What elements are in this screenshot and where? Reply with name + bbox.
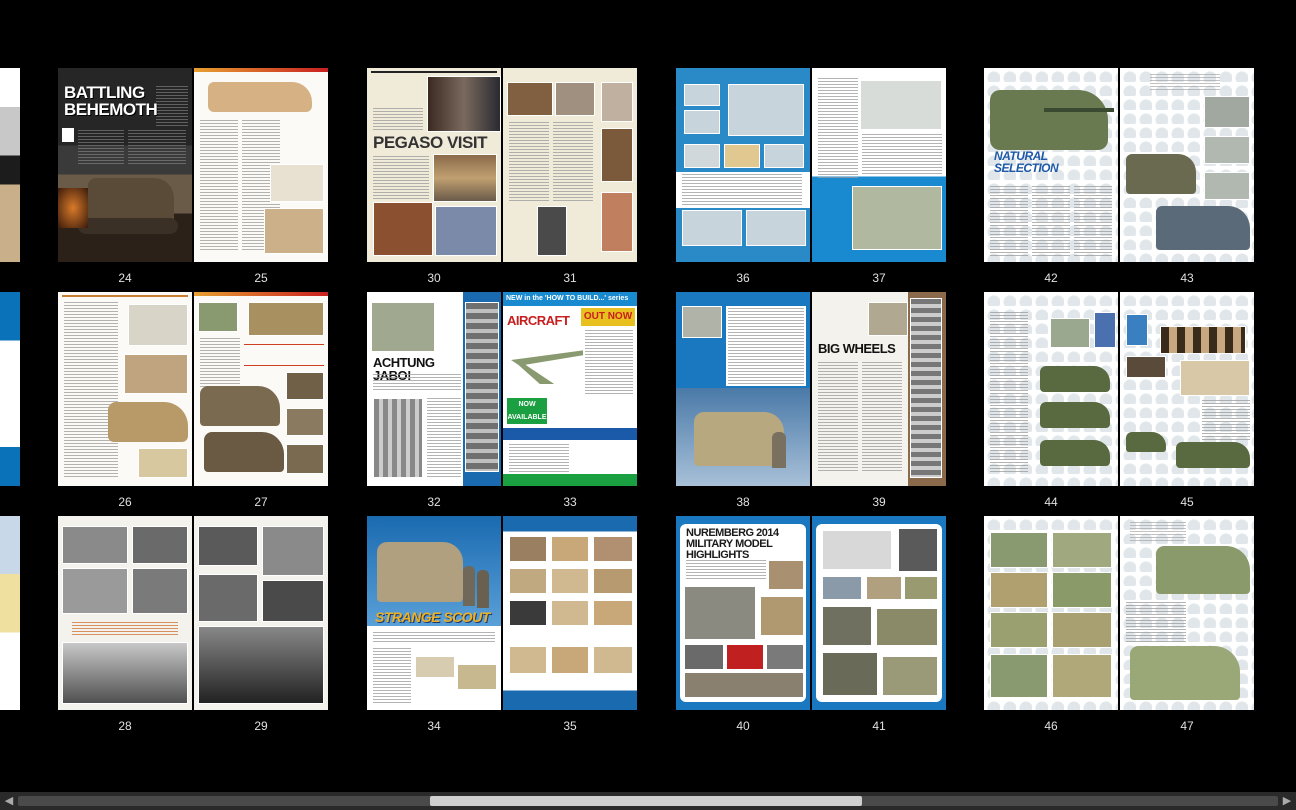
page-number: 30 xyxy=(427,271,441,285)
page-thumbnail[interactable]: NUREMBERG 2014 MILITARY MODEL HIGHLIGHTS xyxy=(676,516,810,710)
promo-badge: OUT NOW xyxy=(581,308,635,326)
page-thumbnail[interactable] xyxy=(503,68,637,262)
page-number: 44 xyxy=(1044,495,1058,509)
spread-thumbnail[interactable]: 26 27 xyxy=(58,292,328,512)
scroll-left-arrow-icon[interactable]: ◀ xyxy=(0,792,18,810)
page-number: 46 xyxy=(1044,719,1058,733)
page-number: 27 xyxy=(254,495,268,509)
page-number: 34 xyxy=(427,719,441,733)
page-thumbnail[interactable]: ACHTUNG JABO! xyxy=(367,292,501,486)
spread-thumbnail[interactable]: ACHTUNG JABO! NEW in the 'HOW TO BUILD..… xyxy=(367,292,637,512)
page-number: 47 xyxy=(1180,719,1194,733)
page-thumbnail[interactable] xyxy=(676,68,810,262)
page-number: 24 xyxy=(118,271,132,285)
thumbnail-row: 26 27 ACHTUNG JABO! NEW in the 'HOW TO B… xyxy=(0,292,1296,532)
page-number: 45 xyxy=(1180,495,1194,509)
page-number: 25 xyxy=(254,271,268,285)
page-thumbnail[interactable] xyxy=(503,516,637,710)
thumbnail-row: 28 29 STRANGE SCOUT 34 35 NUREMBERG 2014… xyxy=(0,516,1296,756)
page-thumbnail[interactable] xyxy=(984,292,1118,486)
page-thumbnail[interactable] xyxy=(194,516,328,710)
page-thumbnail[interactable]: BATTLING BEHEMOTH xyxy=(58,68,192,262)
page-number: 43 xyxy=(1180,271,1194,285)
page-thumbnail[interactable] xyxy=(812,68,946,262)
page-thumbnail[interactable] xyxy=(194,68,328,262)
page-thumbnail[interactable]: NATURAL SELECTION xyxy=(984,68,1118,262)
promo-banner: NEW in the 'HOW TO BUILD...' series xyxy=(503,292,637,306)
spread-thumbnail[interactable]: STRANGE SCOUT 34 35 xyxy=(367,516,637,736)
spread-thumbnail[interactable]: 28 29 xyxy=(58,516,328,736)
spread-thumbnail[interactable]: 46 47 xyxy=(984,516,1254,736)
page-number: 29 xyxy=(254,719,268,733)
page-headline: BIG WHEELS xyxy=(818,341,896,356)
page-number: 36 xyxy=(736,271,750,285)
spread-thumbnail[interactable]: NUREMBERG 2014 MILITARY MODEL HIGHLIGHTS xyxy=(676,516,946,736)
spread-thumbnail[interactable]: 36 37 xyxy=(676,68,946,288)
spread-thumbnail[interactable]: BIG WHEELS 38 39 xyxy=(676,292,946,512)
page-thumbnail[interactable] xyxy=(984,516,1118,710)
page-headline: STRANGE SCOUT xyxy=(375,609,490,625)
page-thumbnail[interactable] xyxy=(194,292,328,486)
thumbnail-row: BATTLING BEHEMOTH 24 25 PEGASO VISIT 30 … xyxy=(0,68,1296,308)
page-thumbnail[interactable]: NEW in the 'HOW TO BUILD...' series AIRC… xyxy=(503,292,637,486)
page-number: 41 xyxy=(872,719,886,733)
page-number: 38 xyxy=(736,495,750,509)
page-number: 35 xyxy=(563,719,577,733)
page-headline: PEGASO VISIT xyxy=(373,133,487,152)
page-thumbnail[interactable] xyxy=(58,292,192,486)
spread-thumbnail[interactable]: PEGASO VISIT 30 31 xyxy=(367,68,637,288)
page-number: 37 xyxy=(872,271,886,285)
page-thumbnail[interactable] xyxy=(1120,292,1254,486)
scrollbar-track[interactable] xyxy=(18,796,1278,806)
scrollbar-thumb[interactable] xyxy=(430,796,862,806)
page-number: 32 xyxy=(427,495,441,509)
page-number: 42 xyxy=(1044,271,1058,285)
scroll-right-arrow-icon[interactable]: ▶ xyxy=(1278,792,1296,810)
page-headline: NUREMBERG 2014 MILITARY MODEL HIGHLIGHTS xyxy=(686,527,779,561)
page-thumbnail[interactable] xyxy=(1120,68,1254,262)
spread-thumbnail[interactable]: BATTLING BEHEMOTH 24 25 xyxy=(58,68,328,288)
page-thumbnail-viewer[interactable]: BATTLING BEHEMOTH 24 25 PEGASO VISIT 30 … xyxy=(0,0,1296,792)
page-number: 33 xyxy=(563,495,577,509)
page-headline: BATTLING BEHEMOTH xyxy=(64,83,158,119)
page-headline: NATURAL SELECTION xyxy=(994,149,1059,175)
promo-badge: NOW AVAILABLE xyxy=(507,398,547,424)
page-number: 28 xyxy=(118,719,132,733)
page-thumbnail[interactable] xyxy=(1120,516,1254,710)
page-thumbnail[interactable]: BIG WHEELS xyxy=(812,292,946,486)
page-number: 39 xyxy=(872,495,886,509)
horizontal-scrollbar[interactable]: ◀ ▶ xyxy=(0,792,1296,810)
spread-thumbnail[interactable]: 44 45 xyxy=(984,292,1254,512)
page-thumbnail[interactable] xyxy=(58,516,192,710)
page-thumbnail[interactable] xyxy=(676,292,810,486)
page-number: 31 xyxy=(563,271,577,285)
page-thumbnail[interactable]: PEGASO VISIT xyxy=(367,68,501,262)
page-number: 40 xyxy=(736,719,750,733)
page-thumbnail[interactable] xyxy=(812,516,946,710)
page-number: 26 xyxy=(118,495,132,509)
page-thumbnail[interactable]: STRANGE SCOUT xyxy=(367,516,501,710)
spread-thumbnail[interactable]: NATURAL SELECTION 42 43 xyxy=(984,68,1254,288)
page-headline: AIRCRAFT xyxy=(507,313,570,328)
